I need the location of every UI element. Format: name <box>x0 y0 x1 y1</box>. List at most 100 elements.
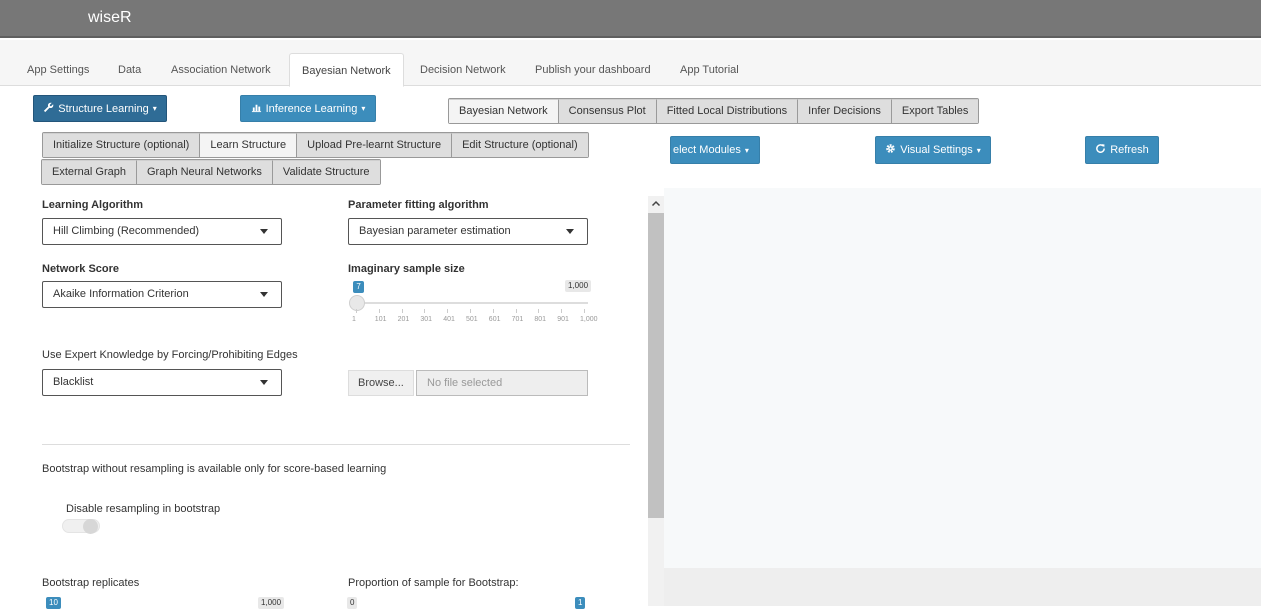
slider-tick-label: 901 <box>557 316 569 323</box>
chevron-down-icon: ▾ <box>152 104 157 113</box>
slider-tick-label: 101 <box>374 316 387 323</box>
scroll-up-icon[interactable] <box>650 199 662 211</box>
slider-tick <box>378 309 380 313</box>
chevron-down-icon <box>566 229 574 234</box>
tab-data[interactable]: Data <box>106 53 153 87</box>
subtab-upload-prelearnt-structure[interactable]: Upload Pre-learnt Structure <box>297 133 453 157</box>
plot-footer <box>664 568 1261 606</box>
chevron-down-icon: ▾ <box>361 104 366 113</box>
view-tab-consensus-plot[interactable]: Consensus Plot <box>558 99 657 123</box>
chevron-down-icon <box>260 292 268 297</box>
view-tab-bayesian-network[interactable]: Bayesian Network <box>449 99 559 123</box>
imaginary-sample-value: 7 <box>353 281 364 293</box>
slider-tick <box>561 309 563 313</box>
subtab-initialize-structure[interactable]: Initialize Structure (optional) <box>43 133 201 157</box>
parameter-fitting-label: Parameter fitting algorithm <box>348 199 489 211</box>
learning-algorithm-select[interactable]: Hill Climbing (Recommended) <box>42 218 282 245</box>
select-modules-button[interactable]: elect Modules ▾ <box>670 136 760 164</box>
main-nav: App Settings Data Association Network Ba… <box>0 40 1261 87</box>
network-plot-area[interactable] <box>664 188 1261 568</box>
chevron-down-icon <box>260 229 268 234</box>
imaginary-sample-track[interactable] <box>356 302 588 304</box>
tab-bayesian-network[interactable]: Bayesian Network <box>289 53 404 87</box>
tab-publish-dashboard[interactable]: Publish your dashboard <box>523 53 663 87</box>
gear-icon <box>885 143 896 157</box>
bootstrap-replicates-value: 10 <box>46 597 61 609</box>
bootstrap-note: Bootstrap without resampling is availabl… <box>42 463 387 475</box>
refresh-button[interactable]: Refresh <box>1085 136 1159 164</box>
slider-tick <box>538 309 540 313</box>
proportion-min: 0 <box>347 597 358 609</box>
slider-tick <box>401 309 403 313</box>
wrench-icon <box>43 102 54 116</box>
visual-settings-label: Visual Settings <box>900 144 973 156</box>
bar-chart-icon <box>251 102 262 116</box>
browse-button[interactable]: Browse... <box>348 370 414 396</box>
proportion-value: 1 <box>575 597 586 609</box>
slider-tick-label: 201 <box>397 316 410 323</box>
learning-algorithm-label: Learning Algorithm <box>42 199 144 211</box>
tab-association-network[interactable]: Association Network <box>159 53 283 87</box>
expert-knowledge-select[interactable]: Blacklist <box>42 369 282 396</box>
expert-knowledge-value: Blacklist <box>53 376 94 388</box>
settings-scrollbar-thumb[interactable] <box>648 213 664 518</box>
network-score-select[interactable]: Akaike Information Criterion <box>42 281 282 308</box>
tab-app-settings[interactable]: App Settings <box>15 53 101 87</box>
expert-knowledge-label: Use Expert Knowledge by Forcing/Prohibit… <box>42 349 298 361</box>
tab-decision-network[interactable]: Decision Network <box>408 53 518 87</box>
slider-tick-label: 701 <box>511 316 524 323</box>
chevron-down-icon: ▾ <box>976 145 981 155</box>
divider <box>42 444 630 445</box>
inference-learning-button[interactable]: Inference Learning ▾ <box>240 95 376 122</box>
subtab-graph-neural-networks[interactable]: Graph Neural Networks <box>136 160 273 184</box>
bootstrap-replicates-max: 1,000 <box>258 597 285 609</box>
slider-tick-label: 801 <box>534 316 547 323</box>
proportion-label: Proportion of sample for Bootstrap: <box>348 577 519 589</box>
chevron-down-icon <box>260 380 268 385</box>
view-tab-export-tables[interactable]: Export Tables <box>891 99 979 123</box>
app-title: wiseR <box>88 9 132 26</box>
subtab-edit-structure[interactable]: Edit Structure (optional) <box>452 133 588 157</box>
slider-tick <box>447 309 449 313</box>
disable-resampling-label: Disable resampling in bootstrap <box>66 503 221 515</box>
subtab-validate-structure[interactable]: Validate Structure <box>272 160 380 184</box>
slider-tick-label: 501 <box>466 316 478 323</box>
inference-learning-label: Inference Learning <box>265 102 358 115</box>
bootstrap-replicates-label: Bootstrap replicates <box>42 577 140 589</box>
structure-learning-label: Structure Learning <box>58 102 149 115</box>
slider-tick-label: 1,000 <box>580 316 598 323</box>
imaginary-sample-label: Imaginary sample size <box>348 263 465 275</box>
view-tab-fitted-local-distributions[interactable]: Fitted Local Distributions <box>656 99 799 123</box>
view-tabs: Bayesian Network Consensus Plot Fitted L… <box>448 98 980 124</box>
parameter-fitting-select[interactable]: Bayesian parameter estimation <box>348 218 588 245</box>
slider-tick <box>492 309 494 313</box>
network-score-label: Network Score <box>42 263 120 275</box>
chevron-down-icon: ▾ <box>744 145 749 155</box>
visual-settings-button[interactable]: Visual Settings ▾ <box>875 136 991 164</box>
slider-tick <box>470 309 471 313</box>
toggle-knob <box>83 519 98 534</box>
structure-tabs-row2: External Graph Graph Neural Networks Val… <box>41 159 381 185</box>
imaginary-sample-max: 1,000 <box>565 280 592 292</box>
file-name-field: No file selected <box>416 370 588 396</box>
network-score-value: Akaike Information Criterion <box>53 288 189 300</box>
refresh-icon <box>1095 143 1106 157</box>
slider-tick-label: 301 <box>420 316 433 323</box>
settings-panel <box>34 188 664 606</box>
slider-tick-label: 601 <box>488 316 501 323</box>
view-tab-infer-decisions[interactable]: Infer Decisions <box>798 99 892 123</box>
subtab-external-graph[interactable]: External Graph <box>42 160 137 184</box>
select-modules-label: elect Modules <box>673 144 741 156</box>
slider-tick <box>515 309 517 313</box>
slider-tick <box>424 309 426 313</box>
structure-tabs-row1: Initialize Structure (optional) Learn St… <box>42 132 589 158</box>
tab-app-tutorial[interactable]: App Tutorial <box>668 53 751 87</box>
parameter-fitting-value: Bayesian parameter estimation <box>359 225 511 237</box>
refresh-label: Refresh <box>1110 144 1149 156</box>
disable-resampling-toggle[interactable] <box>62 519 100 534</box>
structure-learning-button[interactable]: Structure Learning ▾ <box>33 95 167 122</box>
slider-tick-label: 401 <box>443 316 455 323</box>
slider-tick <box>584 309 585 313</box>
learning-algorithm-value: Hill Climbing (Recommended) <box>53 225 200 237</box>
subtab-learn-structure[interactable]: Learn Structure <box>200 133 298 157</box>
